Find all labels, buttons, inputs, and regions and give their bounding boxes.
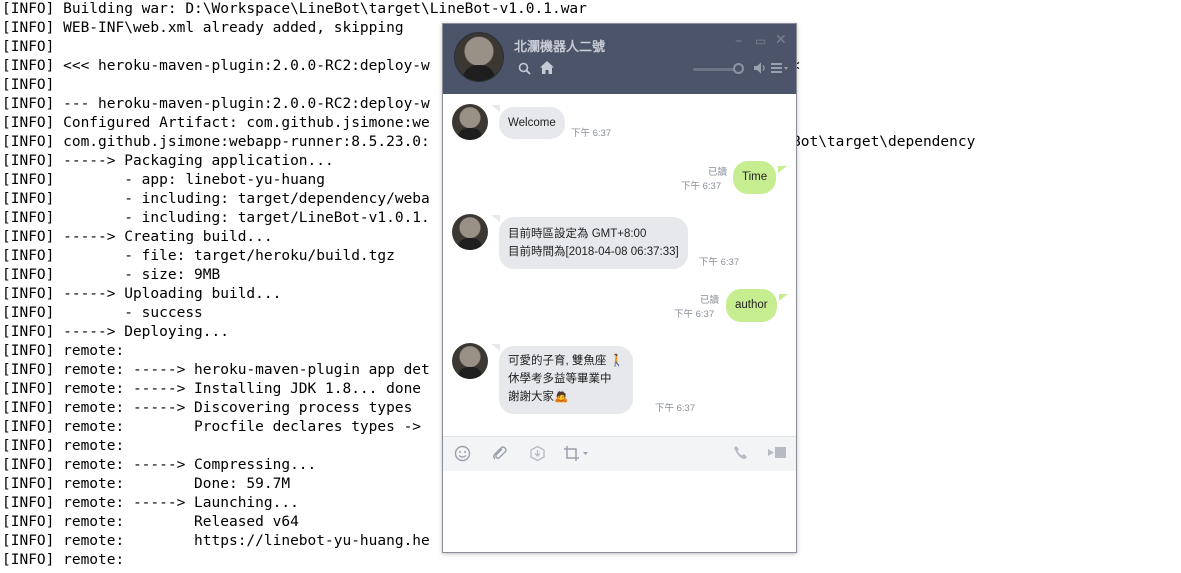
read-receipt: 已讀 [699,295,719,306]
console-line: [INFO] Configured Artifact: com.github.j… [2,115,430,131]
bubble-tail [779,294,788,301]
message-time: 下午 6:37 [674,309,715,320]
console-line: [INFO] WEB-INF\web.xml already added, sk… [2,20,404,36]
attach-icon[interactable] [491,445,508,465]
console-line: [INFO] - size: 9MB [2,267,221,283]
message-time: 下午 6:37 [681,181,722,192]
call-icon[interactable] [733,445,748,463]
console-line: [INFO] remote: Released v64 [2,514,299,530]
console-line: [INFO] remote: -----> heroku-maven-plugi… [2,362,430,378]
bubble-tail [778,166,787,173]
avatar[interactable] [454,32,504,82]
bubble-tail [491,105,500,112]
bubble-tail [491,215,500,222]
console-line: [INFO] - including: target/LineBot-v1.0.… [2,210,430,226]
emoji-icon[interactable] [454,445,471,465]
console-line: [INFO] [2,77,55,93]
video-icon[interactable] [767,445,787,463]
chat-title: 北瀾機器人二號 [514,39,606,54]
avatar[interactable] [452,214,488,250]
message-list[interactable]: Welcome 下午 6:37 已讀 下午 6:37 Time 目前時區設定為 … [443,94,796,436]
avatar[interactable] [452,104,488,140]
avatar[interactable] [452,343,488,379]
menu-icon[interactable] [771,62,789,78]
message-bubble[interactable]: Time [733,161,777,194]
capture-icon[interactable] [563,445,589,465]
console-line: [INFO] remote: [2,343,125,359]
search-icon[interactable] [518,62,531,80]
console-line: [INFO] remote: https://linebot-yu-huang.… [2,533,430,549]
minimize-button[interactable]: – [735,33,742,49]
console-line: [INFO] <<< heroku-maven-plugin:2.0.0-RC2… [2,58,430,74]
console-line: [INFO] - success [2,305,203,321]
message-time: 下午 6:37 [571,128,612,139]
console-line: [INFO] remote: -----> Discovering proces… [2,400,413,416]
console-line: [INFO] Building war: D:\Workspace\LineBo… [2,1,587,17]
bubble-tail [491,344,500,351]
console-line-overflow: Bot\target\dependency [792,134,976,150]
message-bubble[interactable]: 目前時區設定為 GMT+8:00 目前時間為[2018-04-08 06:37:… [499,217,688,269]
chat-header[interactable]: 北瀾機器人二號 – ▭ ✕ [443,24,796,94]
volume-icon[interactable] [753,61,767,79]
close-button[interactable]: ✕ [775,32,787,48]
console-line: [INFO] remote: [2,438,125,454]
message-bubble[interactable]: author [726,289,777,322]
console-line: [INFO] - app: linebot-yu-huang [2,172,326,188]
console-line: [INFO] [2,39,55,55]
console-line: [INFO] - including: target/dependency/we… [2,191,430,207]
console-line: [INFO] -----> Packaging application... [2,153,334,169]
maximize-button[interactable]: ▭ [755,33,766,49]
input-toolbar [443,436,796,472]
message-time: 下午 6:37 [699,257,740,268]
console-line: [INFO] -----> Creating build... [2,229,273,245]
console-line: [INFO] remote: -----> Compressing... [2,457,317,473]
console-line: [INFO] remote: Procfile declares types -… [2,419,430,435]
console-line: [INFO] remote: Done: 59.7M [2,476,291,492]
console-line: [INFO] remote: -----> Installing JDK 1.8… [2,381,422,397]
volume-slider-knob[interactable] [733,63,744,74]
message-input[interactable] [443,471,796,552]
home-icon[interactable] [539,60,555,79]
keep-icon[interactable] [529,445,546,465]
chat-window[interactable]: 北瀾機器人二號 – ▭ ✕ Welcome 下午 6:37 已讀 下午 6:37… [442,23,797,553]
message-bubble[interactable]: Welcome [499,107,565,139]
console-line: [INFO] --- heroku-maven-plugin:2.0.0-RC2… [2,96,430,112]
message-time: 下午 6:37 [655,403,696,414]
console-line: [INFO] remote: [2,552,125,568]
read-receipt: 已讀 [707,167,727,178]
message-bubble[interactable]: 可愛的子育, 雙魚座 🚶 休學考多益等畢業中 謝謝大家🙇 [499,346,633,414]
console-line: [INFO] -----> Uploading build... [2,286,282,302]
console-line: [INFO] -----> Deploying... [2,324,229,340]
console-line: [INFO] - file: target/heroku/build.tgz [2,248,395,264]
console-line: [INFO] com.github.jsimone:webapp-runner:… [2,134,430,150]
console-line: [INFO] remote: -----> Launching... [2,495,299,511]
